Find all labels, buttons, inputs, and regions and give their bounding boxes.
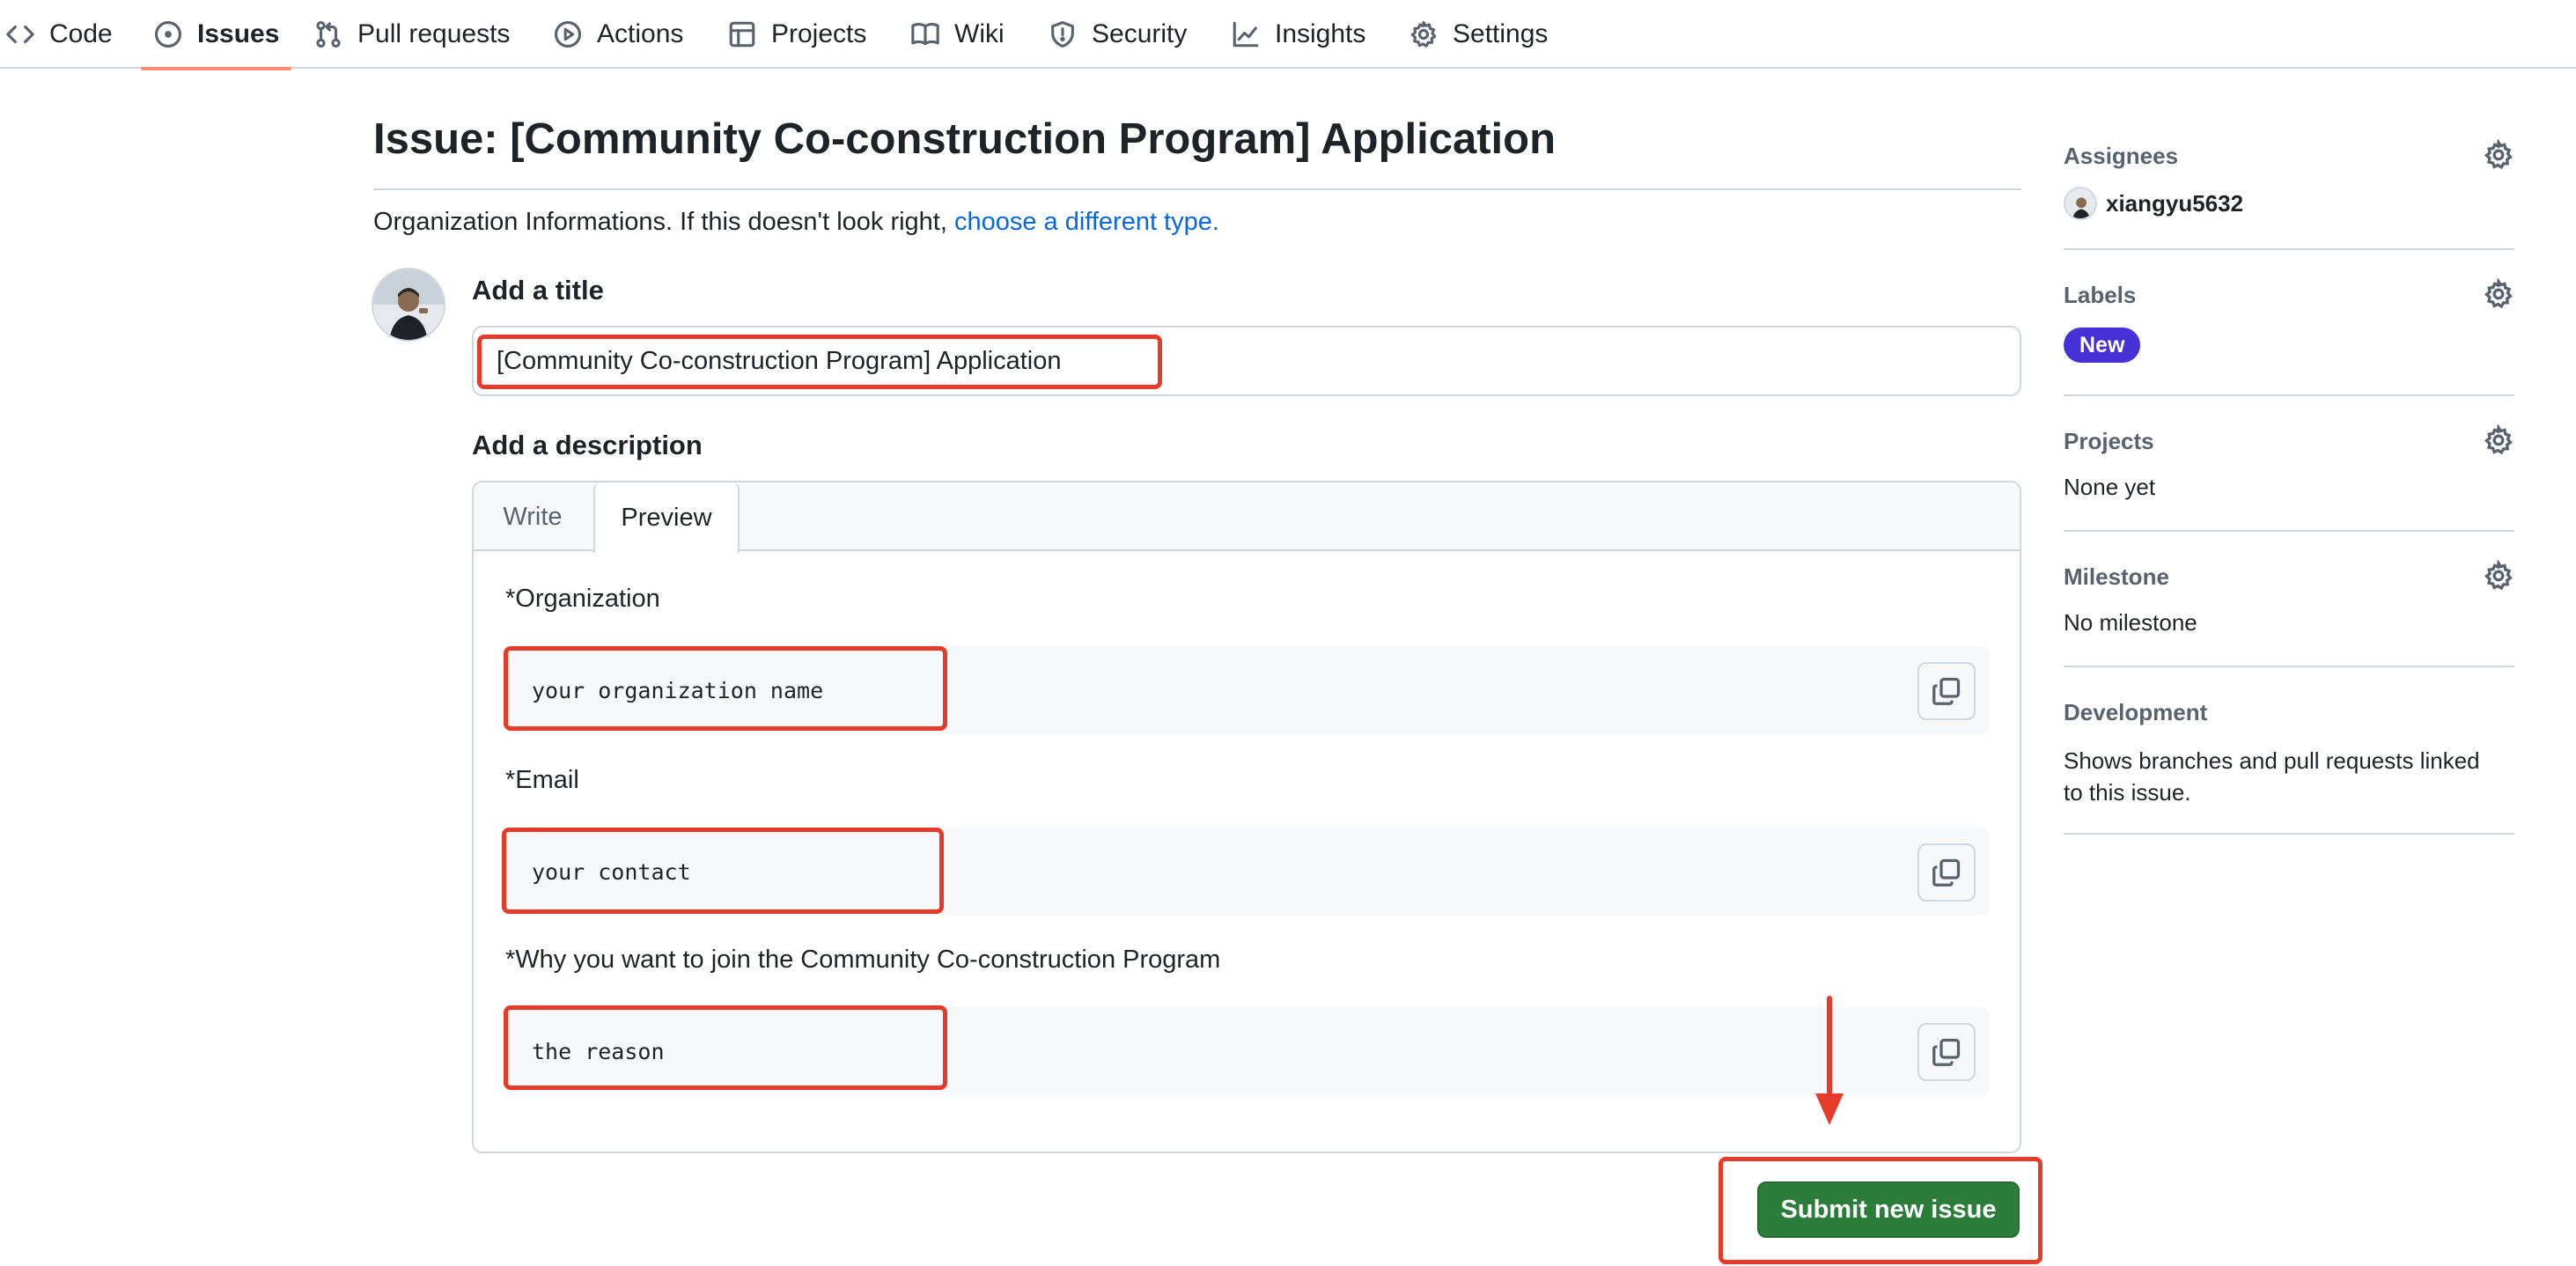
annotation-arrow-icon [1815,996,1844,1125]
milestone-settings-button[interactable] [2483,558,2514,592]
copy-icon [1932,858,1961,887]
field-label-reason: *Why you want to join the Community Co-c… [505,946,1221,974]
assignees-settings-button[interactable] [2483,137,2514,171]
page-title: Issue: [Community Co-construction Progra… [373,115,1557,163]
development-heading: Development [2064,699,2208,725]
avatar [372,268,445,342]
editor-tabs: Write Preview [474,482,2020,553]
sidebar-divider [2064,666,2514,667]
user-avatar-icon [2065,188,2095,218]
field-label-organization: *Organization [505,585,660,613]
tab-wiki[interactable]: Wiki [910,0,1005,69]
tab-projects[interactable]: Projects [727,0,866,69]
tab-pull-requests-label: Pull requests [357,19,511,48]
issue-type-text: Organization Informations. If this doesn… [373,208,954,236]
title-divider [373,188,2021,190]
copy-icon [1932,1038,1961,1066]
title-input[interactable] [497,328,1993,394]
sidebar-divider [2064,394,2514,396]
sidebar-assignees: Assignees xiangyu5632 [2064,137,2514,224]
tab-code[interactable]: Code [5,0,113,69]
submit-new-issue-button[interactable]: Submit new issue [1757,1181,2020,1238]
code-icon [6,25,34,44]
sidebar-projects: Projects None yet [2064,423,2514,507]
code-block-email: your contact [505,828,1990,916]
code-block-organization: your organization name [505,646,1990,734]
title-field[interactable] [472,326,2021,396]
sidebar-divider [2064,833,2514,835]
user-avatar-icon [373,269,444,340]
tab-write[interactable]: Write [474,482,592,551]
sidebar-labels: Labels New [2064,276,2514,370]
tab-actions[interactable]: Actions [553,0,683,69]
field-label-email: *Email [505,766,579,794]
gear-icon [1410,20,1437,48]
choose-different-type-link[interactable]: choose a different type. [954,208,1219,236]
table-icon [729,21,755,48]
projects-value: None yet [2064,474,2156,500]
tab-wiki-label: Wiki [954,19,1005,48]
copy-icon [1932,677,1961,705]
tab-actions-label: Actions [597,19,684,48]
labels-settings-button[interactable] [2483,276,2514,310]
projects-heading: Projects [2064,428,2154,454]
repo-nav: Code Issues Pull requests Actions Projec… [0,0,2576,70]
play-icon [554,20,582,48]
description-editor: Write Preview *Organization your organiz… [472,481,2021,1153]
milestone-heading: Milestone [2064,563,2169,590]
assignee-username[interactable]: xiangyu5632 [2106,190,2243,217]
tab-settings[interactable]: Settings [1409,0,1548,69]
tab-security-label: Security [1092,19,1188,48]
projects-settings-button[interactable] [2483,423,2514,456]
add-title-label: Add a title [472,275,604,305]
tab-pull-requests[interactable]: Pull requests [313,0,510,69]
tab-projects-label: Projects [771,19,867,48]
sidebar-development: Development Shows branches and pull requ… [2064,699,2514,813]
graph-icon [1233,21,1259,48]
git-pull-request-icon [316,20,341,48]
label-badge[interactable]: New [2064,328,2141,363]
development-value: Shows branches and pull requests linked … [2064,747,2480,806]
gear-icon [2484,137,2513,170]
tab-insights-label: Insights [1275,19,1366,48]
issue-type-info: Organization Informations. If this doesn… [373,208,1219,237]
code-block-reason: the reason [505,1007,1990,1095]
tab-security[interactable]: Security [1048,0,1187,69]
gear-icon [2484,558,2513,591]
code-value-reason: the reason [532,1038,665,1064]
code-value-email: your contact [532,858,691,885]
gear-icon [2484,276,2513,309]
milestone-value: No milestone [2064,609,2197,636]
tab-issues-label: Issues [197,19,280,48]
issue-opened-icon [154,20,182,48]
copy-button[interactable] [1917,662,1976,720]
code-value-organization: your organization name [532,677,824,703]
tab-settings-label: Settings [1453,19,1549,48]
tab-insights[interactable]: Insights [1231,0,1365,69]
book-icon [911,23,939,46]
sidebar-divider [2064,530,2514,532]
gear-icon [2484,423,2513,455]
shield-icon [1051,20,1074,48]
tab-code-label: Code [49,19,113,48]
copy-button[interactable] [1917,1023,1976,1081]
labels-heading: Labels [2064,282,2137,308]
tab-issues[interactable]: Issues [140,0,292,70]
add-description-label: Add a description [472,430,703,460]
avatar[interactable] [2064,187,2097,220]
sidebar-divider [2064,248,2514,250]
tab-preview[interactable]: Preview [593,482,740,553]
assignees-heading: Assignees [2064,143,2179,169]
copy-button[interactable] [1917,843,1976,902]
sidebar-milestone: Milestone No milestone [2064,558,2514,643]
